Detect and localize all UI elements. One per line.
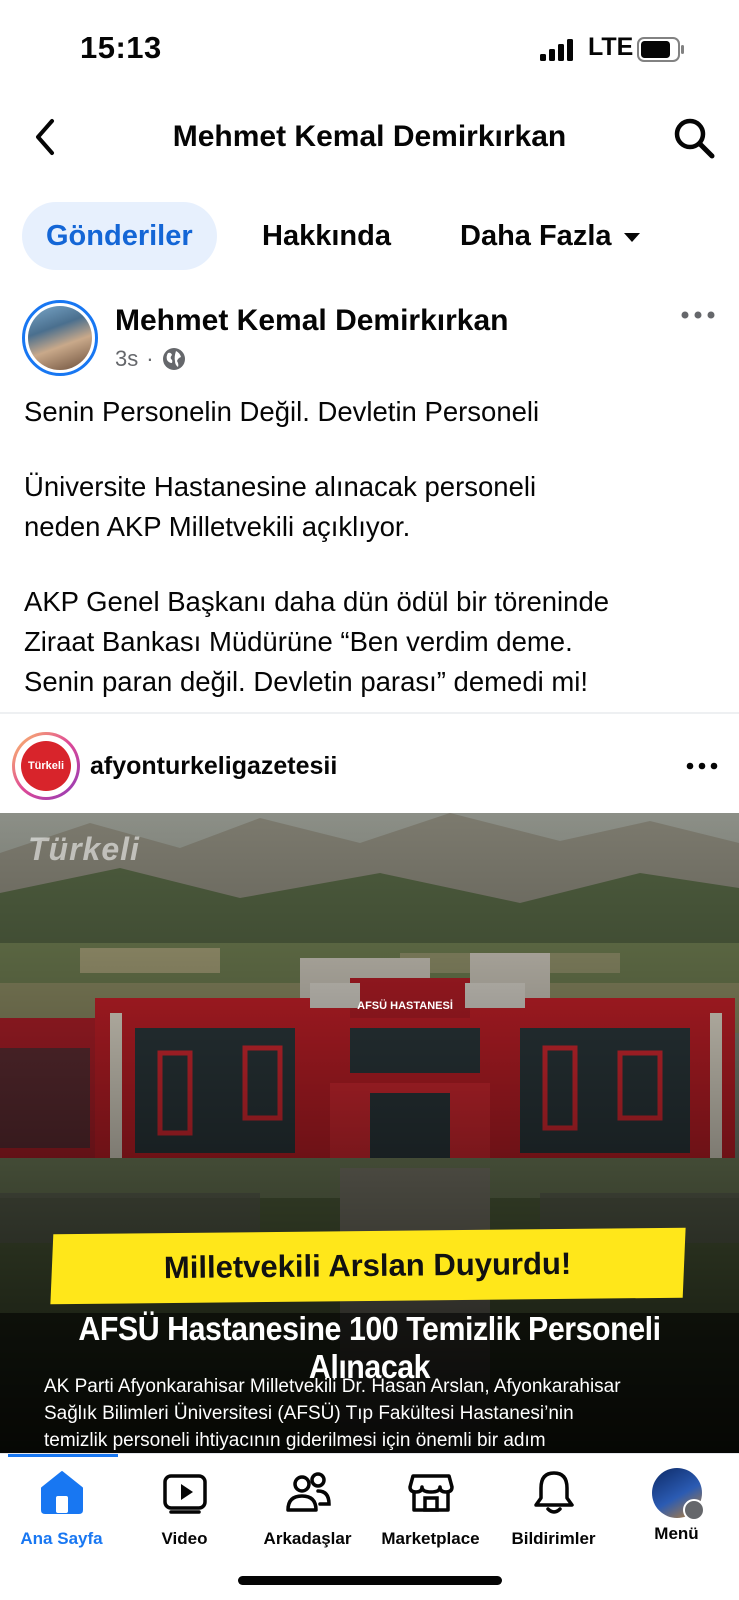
caption-line: temizlik personeli ihtiyacının giderilme… (44, 1430, 546, 1451)
network-label: LTE (588, 33, 634, 61)
nav-menu[interactable]: Menü (615, 1468, 738, 1544)
post-line: AKP Genel Başkanı daha dün ödül bir töre… (24, 586, 610, 617)
tab-more-label: Daha Fazla (460, 220, 612, 252)
nav-notifications[interactable]: Bildirimler (492, 1468, 615, 1549)
search-icon[interactable] (672, 116, 716, 160)
nav-label: Arkadaşlar (263, 1529, 352, 1548)
nav-video[interactable]: Video (123, 1468, 246, 1549)
nav-label: Video (161, 1529, 208, 1548)
banner-text: Milletvekili Arslan Duyurdu! (164, 1245, 572, 1286)
nav-label: Menü (654, 1524, 699, 1543)
menu-badge-icon (682, 1499, 705, 1521)
post-time[interactable]: 3s (115, 346, 138, 372)
post-meta: 3s · (115, 346, 186, 372)
building-sign: AFSÜ HASTANESİ (357, 1000, 453, 1012)
post-line: Ziraat Bankası Müdürüne “Ben verdim deme… (24, 626, 573, 657)
nav-friends[interactable]: Arkadaşlar (246, 1468, 369, 1549)
page-title: Mehmet Kemal Demirkırkan (172, 120, 567, 153)
battery-icon (637, 37, 684, 62)
video-icon (162, 1474, 207, 1514)
watermark-logo: Türkeli (28, 831, 140, 867)
profile-header: Mehmet Kemal Demirkırkan (0, 100, 739, 192)
account-logo: Türkeli (21, 741, 71, 791)
author-avatar[interactable] (22, 300, 98, 376)
status-bar: 15:13 LTE (0, 0, 739, 100)
image-banner: Milletvekili Arslan Duyurdu! (50, 1227, 686, 1305)
meta-separator: · (146, 346, 154, 371)
nav-home[interactable]: Ana Sayfa (0, 1468, 123, 1549)
status-time: 15:13 (80, 30, 162, 65)
more-options-icon[interactable] (686, 760, 718, 772)
caption-line: Sağlık Bilimleri Üniversitesi (AFSÜ) Tıp… (44, 1403, 574, 1424)
tab-more[interactable]: Daha Fazla (436, 202, 664, 270)
shared-account-avatar[interactable]: Türkeli (12, 732, 80, 800)
post-author[interactable]: Mehmet Kemal Demirkırkan (115, 304, 509, 338)
divider (0, 712, 739, 714)
friends-icon (285, 1472, 331, 1512)
nav-label: Ana Sayfa (20, 1529, 103, 1548)
menu-avatar (651, 1468, 705, 1521)
caption-line: AK Parti Afyonkarahisar Milletvekili Dr.… (44, 1376, 621, 1397)
marketplace-icon (407, 1474, 454, 1512)
home-indicator (238, 1576, 502, 1585)
video-progress-bar (8, 1454, 118, 1457)
signal-icon (540, 39, 573, 61)
shared-account-name[interactable]: afyonturkeligazetesii (90, 752, 337, 781)
image-caption: AK Parti Afyonkarahisar Milletvekili Dr.… (44, 1373, 724, 1453)
post-text: Senin Personelin Değil. Devletin Persone… (24, 392, 724, 702)
bell-icon (533, 1471, 574, 1514)
nav-label: Bildirimler (511, 1529, 596, 1548)
post-line: neden AKP Milletvekili açıklıyor. (24, 511, 411, 542)
globe-icon (162, 348, 185, 370)
nav-label: Marketplace (381, 1529, 480, 1548)
post-paragraph: Senin Personelin Değil. Devletin Persone… (24, 396, 540, 427)
shared-image[interactable]: Türkeli AFSÜ HASTANESİ Milletvekili Arsl… (0, 813, 739, 1453)
profile-tabs: Gönderiler Hakkında Daha Fazla (0, 202, 739, 274)
tab-posts[interactable]: Gönderiler (22, 202, 217, 270)
caret-down-icon (623, 232, 640, 242)
nav-marketplace[interactable]: Marketplace (369, 1468, 492, 1549)
home-icon (40, 1471, 83, 1514)
more-options-icon[interactable] (680, 308, 716, 322)
post-line: Senin paran değil. Devletin parası” deme… (24, 666, 589, 697)
tab-about[interactable]: Hakkında (238, 202, 415, 270)
post-line: Üniversite Hastanesine alınacak personel… (24, 471, 537, 502)
